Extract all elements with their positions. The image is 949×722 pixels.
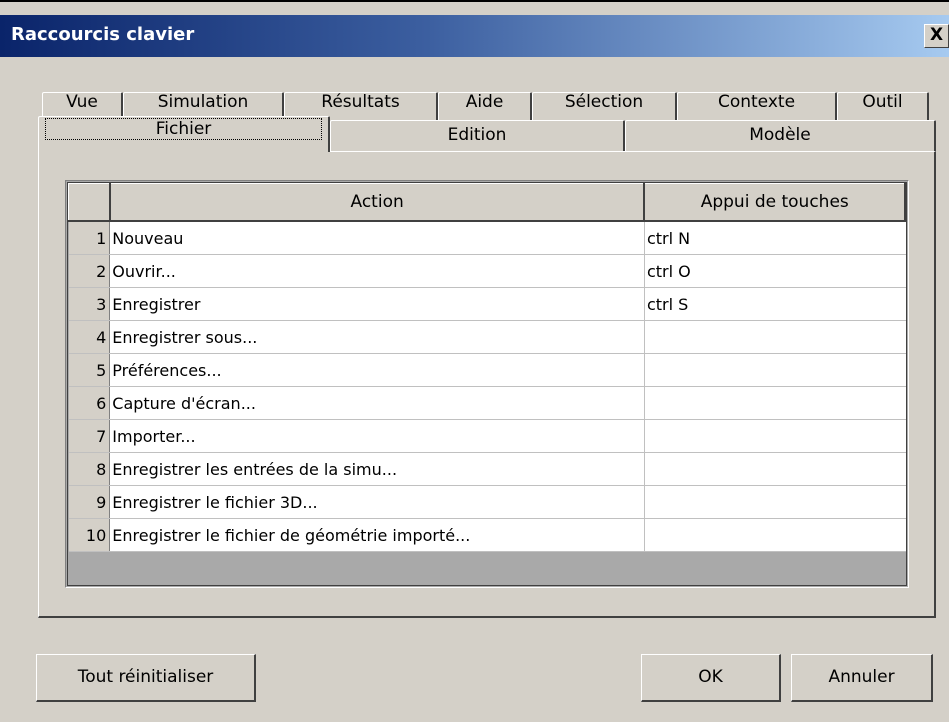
action-cell[interactable]: Ouvrir... <box>109 254 645 288</box>
table-row[interactable]: 8 Enregistrer les entrées de la simu... <box>68 452 906 486</box>
table-row[interactable]: 10 Enregistrer le fichier de géométrie im… <box>68 518 906 552</box>
tab-modele[interactable]: Modèle <box>625 120 936 152</box>
tab-aide[interactable]: Aide <box>438 92 532 120</box>
table-row[interactable]: 9 Enregistrer le fichier 3D... <box>68 485 906 519</box>
action-cell[interactable]: Enregistrer <box>109 287 645 321</box>
row-number: 5 <box>68 353 111 387</box>
action-cell[interactable]: Nouveau <box>109 221 645 255</box>
reset-all-button[interactable]: Tout réinitialiser <box>36 654 256 702</box>
row-number: 1 <box>68 221 111 255</box>
action-cell[interactable]: Importer... <box>109 419 645 453</box>
keys-cell[interactable] <box>644 353 906 387</box>
keys-cell[interactable] <box>644 452 906 486</box>
row-number: 9 <box>68 485 111 519</box>
keys-cell[interactable] <box>644 485 906 519</box>
row-number: 3 <box>68 287 111 321</box>
keys-cell[interactable]: ctrl S <box>644 287 906 321</box>
shortcuts-table: Action Appui de touches 1 Nouveau ctrl N2O… <box>65 180 909 588</box>
table-row[interactable]: 2 Ouvrir... ctrl O <box>68 254 906 288</box>
action-cell[interactable]: Enregistrer le fichier 3D... <box>109 485 645 519</box>
table-row[interactable]: 1 Nouveau ctrl N <box>68 221 906 255</box>
tab-contexte[interactable]: Contexte <box>677 92 837 120</box>
row-number: 2 <box>68 254 111 288</box>
table-row[interactable]: 7 Importer... <box>68 419 906 453</box>
top-border <box>0 0 949 2</box>
row-number: 4 <box>68 320 111 354</box>
keys-cell[interactable]: ctrl O <box>644 254 906 288</box>
row-number-header <box>67 183 111 222</box>
window-title: Raccourcis clavier <box>11 24 195 45</box>
ok-button[interactable]: OK <box>641 654 781 702</box>
tab-selection[interactable]: Sélection <box>532 92 677 120</box>
cancel-button[interactable]: Annuler <box>791 654 933 702</box>
close-icon: X <box>929 25 944 45</box>
table-row[interactable]: 6 Capture d'écran... <box>68 386 906 420</box>
row-number: 10 <box>68 518 111 552</box>
action-cell[interactable]: Capture d'écran... <box>109 386 645 420</box>
keys-cell[interactable] <box>644 386 906 420</box>
tab-fichier[interactable]: Fichier <box>38 116 330 152</box>
action-cell[interactable]: Enregistrer sous... <box>109 320 645 354</box>
column-header-keys[interactable]: Appui de touches <box>643 183 906 222</box>
keys-cell[interactable] <box>644 518 906 552</box>
close-button[interactable]: X <box>924 24 949 48</box>
keys-cell[interactable]: ctrl N <box>644 221 906 255</box>
tab-edition[interactable]: Edition <box>330 120 625 152</box>
row-number: 6 <box>68 386 111 420</box>
table-row[interactable]: 3 Enregistrer ctrl S <box>68 287 906 321</box>
keys-cell[interactable] <box>644 320 906 354</box>
tab-outil[interactable]: Outil <box>837 92 929 120</box>
row-number: 7 <box>68 419 111 453</box>
action-cell[interactable]: Enregistrer le fichier de géométrie impo… <box>109 518 645 552</box>
action-cell[interactable]: Préférences... <box>109 353 645 387</box>
keys-cell[interactable] <box>644 419 906 453</box>
action-cell[interactable]: Enregistrer les entrées de la simu... <box>109 452 645 486</box>
row-number: 8 <box>68 452 111 486</box>
table-row[interactable]: 5 Préférences... <box>68 353 906 387</box>
column-header-action[interactable]: Action <box>109 183 646 222</box>
table-row[interactable]: 4 Enregistrer sous... <box>68 320 906 354</box>
